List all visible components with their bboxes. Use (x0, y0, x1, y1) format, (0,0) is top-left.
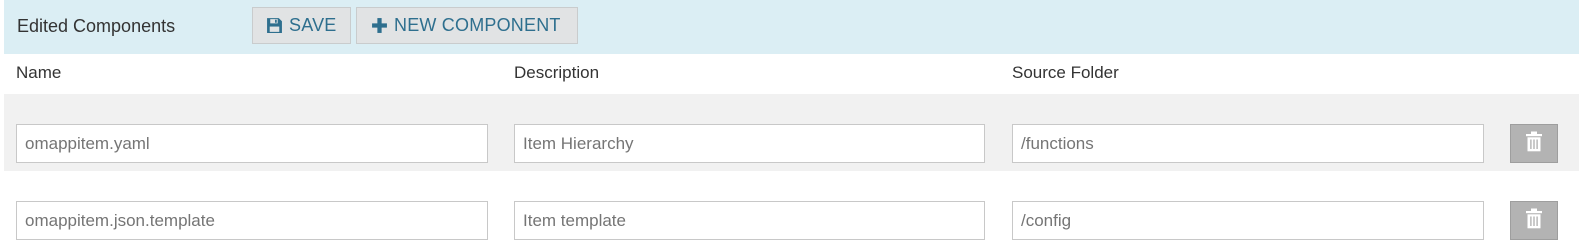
source-folder-field[interactable] (1012, 124, 1484, 163)
delete-row-button[interactable] (1510, 124, 1558, 163)
edited-components-panel: Edited Components SAVE NEW COMPONENT Nam… (0, 0, 1579, 243)
table-row (4, 94, 1579, 171)
column-header-description: Description (514, 63, 600, 82)
source-folder-field[interactable] (1012, 201, 1484, 240)
description-field[interactable] (514, 124, 985, 163)
save-button[interactable]: SAVE (252, 7, 351, 44)
plus-icon (371, 17, 388, 34)
trash-icon (1525, 208, 1543, 234)
new-component-button[interactable]: NEW COMPONENT (356, 7, 578, 44)
name-field[interactable] (16, 124, 488, 163)
table-row (4, 171, 1579, 243)
name-field[interactable] (16, 201, 488, 240)
column-header-name: Name (16, 63, 62, 82)
trash-icon (1525, 131, 1543, 157)
toolbar-title: Edited Components (17, 16, 176, 36)
floppy-disk-icon (266, 17, 283, 34)
delete-row-button[interactable] (1510, 201, 1558, 240)
new-component-button-label: NEW COMPONENT (394, 15, 561, 35)
toolbar: Edited Components SAVE NEW COMPONENT (4, 0, 1579, 54)
description-field[interactable] (514, 201, 985, 240)
column-header-source-folder: Source Folder (1012, 63, 1119, 82)
save-button-label: SAVE (289, 15, 337, 35)
